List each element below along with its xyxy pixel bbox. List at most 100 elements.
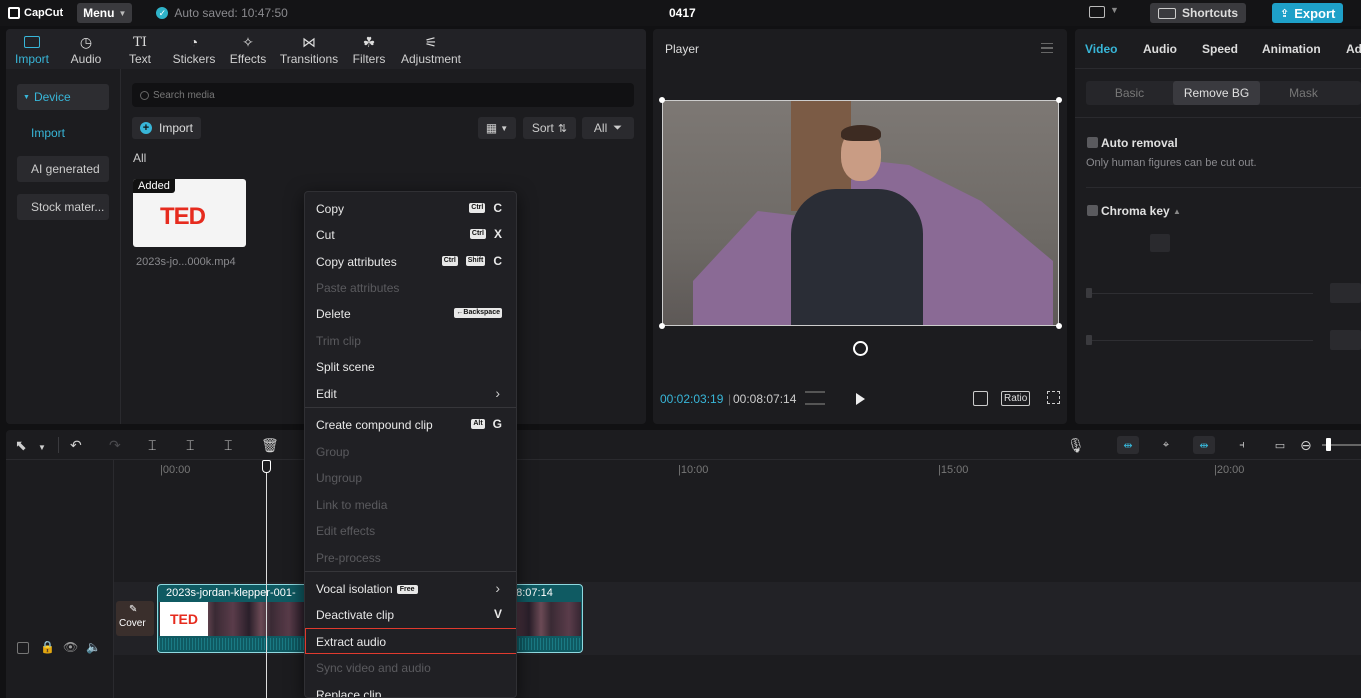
tab-effects[interactable]: ✧ Effects bbox=[222, 29, 274, 69]
menu-item-replace-clip[interactable]: Replace clip bbox=[305, 681, 516, 697]
tab-video[interactable]: Video bbox=[1085, 42, 1117, 56]
tab-adjustment[interactable]: Ad bbox=[1346, 42, 1361, 56]
tab-speed[interactable]: Speed bbox=[1202, 42, 1238, 56]
context-menu: Copy Ctrl C Cut Ctrl X Copy attributes C… bbox=[304, 191, 517, 698]
preview-axis-icon[interactable]: ⫞ bbox=[1231, 436, 1253, 454]
shadow-slider-track[interactable] bbox=[1088, 340, 1313, 341]
sidebar-item-import[interactable]: Import bbox=[17, 120, 109, 146]
project-title[interactable]: 0417 bbox=[669, 6, 696, 20]
lock-icon[interactable]: 🔒 bbox=[40, 640, 55, 654]
trim-right-icon[interactable]: ⌶ bbox=[224, 438, 232, 452]
menu-item-copy-attributes[interactable]: Copy attributes Ctrl Shift C bbox=[305, 248, 516, 274]
capcut-logo-icon bbox=[8, 7, 20, 19]
cover-button[interactable]: ✎ Cover bbox=[116, 601, 154, 636]
intensity-slider-knob[interactable] bbox=[1086, 288, 1092, 298]
menu-button[interactable]: Menu ▼ bbox=[77, 3, 133, 23]
tab-stickers[interactable]: ◔ Stickers bbox=[166, 29, 222, 69]
import-button[interactable]: + Import bbox=[132, 117, 202, 139]
menu-item-deactivate-clip[interactable]: Deactivate clip V bbox=[305, 601, 516, 627]
shortcuts-button[interactable]: Shortcuts bbox=[1150, 3, 1247, 23]
menu-item-edit[interactable]: Edit › bbox=[305, 380, 516, 406]
subtab-mask[interactable]: Mask bbox=[1260, 81, 1347, 105]
subtab-remove-bg[interactable]: Remove BG bbox=[1173, 81, 1260, 105]
menu-item-delete[interactable]: Delete ←Backspace bbox=[305, 300, 516, 326]
tab-audio[interactable]: Audio bbox=[1143, 42, 1177, 56]
microphone-icon[interactable]: 🎙 bbox=[1067, 438, 1085, 452]
focus-icon[interactable] bbox=[973, 391, 988, 406]
menu-item-split-scene[interactable]: Split scene bbox=[305, 353, 516, 379]
tab-filters[interactable]: ☘ Filters bbox=[344, 29, 394, 69]
tab-adjustment[interactable]: ⚟ Adjustment bbox=[394, 29, 468, 69]
chroma-key-checkbox[interactable] bbox=[1087, 205, 1098, 216]
menu-item-label: Delete bbox=[316, 307, 351, 321]
speaker-icon[interactable]: 🔈 bbox=[86, 640, 101, 654]
menu-item-vocal-isolation[interactable]: Vocal isolation Free › bbox=[305, 575, 516, 601]
video-preview[interactable] bbox=[662, 100, 1059, 326]
select-cursor-icon[interactable]: ⬉ bbox=[15, 438, 27, 452]
search-input[interactable]: Search media bbox=[132, 83, 634, 107]
intensity-value-input[interactable] bbox=[1330, 283, 1361, 303]
trim-left-icon[interactable]: ⌶ bbox=[186, 438, 194, 452]
menu-item-copy[interactable]: Copy Ctrl C bbox=[305, 195, 516, 221]
subtab-basic[interactable]: Basic bbox=[1086, 81, 1173, 105]
sidebar-item-stock-material[interactable]: Stock mater... bbox=[17, 194, 109, 220]
resize-handle[interactable] bbox=[659, 97, 665, 103]
zoom-slider-knob[interactable] bbox=[1326, 438, 1331, 451]
eye-icon[interactable]: 👁 bbox=[63, 640, 78, 654]
tab-audio[interactable]: ◷ Audio bbox=[58, 29, 114, 69]
undo-icon[interactable]: ↶ bbox=[70, 438, 82, 452]
intensity-slider-track[interactable] bbox=[1088, 293, 1313, 294]
shortcut: V bbox=[494, 608, 502, 620]
tab-import[interactable]: Import bbox=[6, 29, 58, 69]
tab-text[interactable]: TI Text bbox=[114, 29, 166, 69]
menu-item-extract-audio[interactable]: Extract audio bbox=[305, 628, 516, 654]
key-chip: Ctrl bbox=[469, 229, 486, 239]
menu-item-cut[interactable]: Cut Ctrl X bbox=[305, 221, 516, 247]
linkage-icon[interactable]: ⇹ bbox=[1193, 436, 1215, 454]
fullscreen-icon[interactable] bbox=[1047, 391, 1060, 404]
hamburger-menu-icon[interactable] bbox=[1041, 43, 1053, 53]
filter-button[interactable]: All ⏷ bbox=[582, 117, 634, 139]
export-label: Export bbox=[1294, 5, 1336, 21]
tab-transitions[interactable]: ⋈ Transitions bbox=[274, 29, 344, 69]
split-icon[interactable]: ⌶ bbox=[148, 438, 156, 452]
main-track-magnet-icon[interactable]: ⇹ bbox=[1117, 436, 1139, 454]
playhead-handle[interactable] bbox=[262, 460, 271, 473]
caption-icon[interactable]: ▭ bbox=[1269, 436, 1291, 454]
timeline-grid-icon[interactable] bbox=[805, 391, 825, 405]
auto-removal-checkbox[interactable] bbox=[1087, 137, 1098, 148]
view-mode-button[interactable]: ▦ ▼ bbox=[478, 117, 516, 139]
menu-item-label: Copy bbox=[316, 202, 345, 216]
zoom-out-icon[interactable]: ⊖ bbox=[1300, 438, 1312, 452]
resize-handle[interactable] bbox=[659, 323, 665, 329]
chevron-up-icon[interactable]: ▲ bbox=[1173, 207, 1181, 216]
track-frame-icon[interactable] bbox=[17, 642, 29, 654]
menu-item-create-compound-clip[interactable]: Create compound clip Alt G bbox=[305, 411, 516, 437]
ratio-button[interactable]: Ratio bbox=[1001, 391, 1031, 406]
auto-snap-icon[interactable]: ⌖ bbox=[1155, 436, 1177, 454]
properties-panel: Video Audio Speed Animation Ad Basic Rem… bbox=[1075, 29, 1361, 424]
tab-animation[interactable]: Animation bbox=[1262, 42, 1321, 56]
layout-icon[interactable] bbox=[1089, 6, 1105, 18]
timeline-ruler[interactable]: |00:00 |10:00 |15:00 |20:00 bbox=[114, 460, 1361, 480]
playhead-line[interactable] bbox=[266, 460, 267, 698]
resize-handle[interactable] bbox=[1056, 323, 1062, 329]
chevron-down-icon[interactable]: ▼ bbox=[38, 441, 46, 455]
delete-icon[interactable]: 🗑 bbox=[261, 438, 279, 452]
tab-label: Effects bbox=[229, 52, 267, 66]
color-picker-swatch[interactable] bbox=[1150, 234, 1170, 252]
rotate-icon[interactable] bbox=[853, 341, 868, 356]
sidebar-item-device[interactable]: ▼ Device bbox=[17, 84, 109, 110]
shadow-value-input[interactable] bbox=[1330, 330, 1361, 350]
import-button-label: Import bbox=[159, 121, 194, 135]
shadow-slider-knob[interactable] bbox=[1086, 335, 1092, 345]
chevron-down-icon[interactable]: ▼ bbox=[1110, 5, 1119, 15]
redo-icon[interactable]: ↷ bbox=[109, 438, 121, 452]
sort-button[interactable]: Sort ⇅ bbox=[523, 117, 576, 139]
export-button[interactable]: ⇪ Export bbox=[1272, 3, 1344, 23]
sidebar-item-ai-generated[interactable]: AI generated bbox=[17, 156, 109, 182]
play-icon[interactable] bbox=[856, 393, 865, 405]
media-item-thumbnail[interactable]: TED Added bbox=[133, 179, 246, 247]
resize-handle[interactable] bbox=[1056, 97, 1062, 103]
menu-item-edit-effects: Edit effects bbox=[305, 517, 516, 543]
